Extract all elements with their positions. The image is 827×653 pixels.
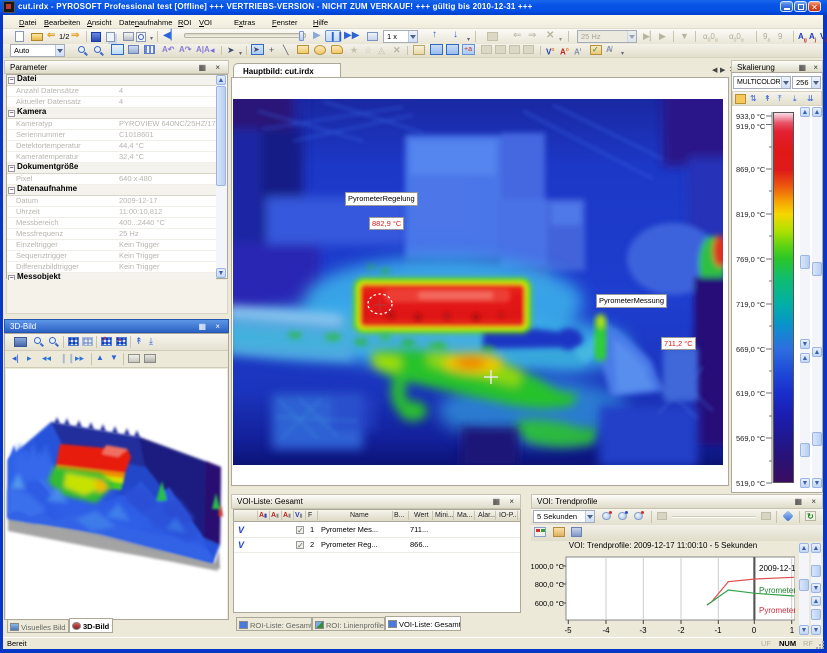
svg-text:800,0 °C: 800,0 °C bbox=[535, 580, 565, 589]
svg-text:1: 1 bbox=[790, 626, 795, 635]
svg-text:Pyrometer M: Pyrometer M bbox=[759, 586, 795, 595]
svg-text:Pyrometer R: Pyrometer R bbox=[759, 606, 795, 615]
svg-text:2009-12-17: 2009-12-17 bbox=[759, 564, 795, 573]
svg-text:-2: -2 bbox=[677, 626, 685, 635]
svg-text:-4: -4 bbox=[602, 626, 610, 635]
svg-text:1000,0 °C: 1000,0 °C bbox=[531, 562, 565, 571]
svg-text:-1: -1 bbox=[714, 626, 722, 635]
svg-text:0: 0 bbox=[752, 626, 757, 635]
svg-text:-3: -3 bbox=[639, 626, 647, 635]
svg-text:-5: -5 bbox=[564, 626, 572, 635]
svg-text:600,0 °C: 600,0 °C bbox=[535, 599, 565, 608]
